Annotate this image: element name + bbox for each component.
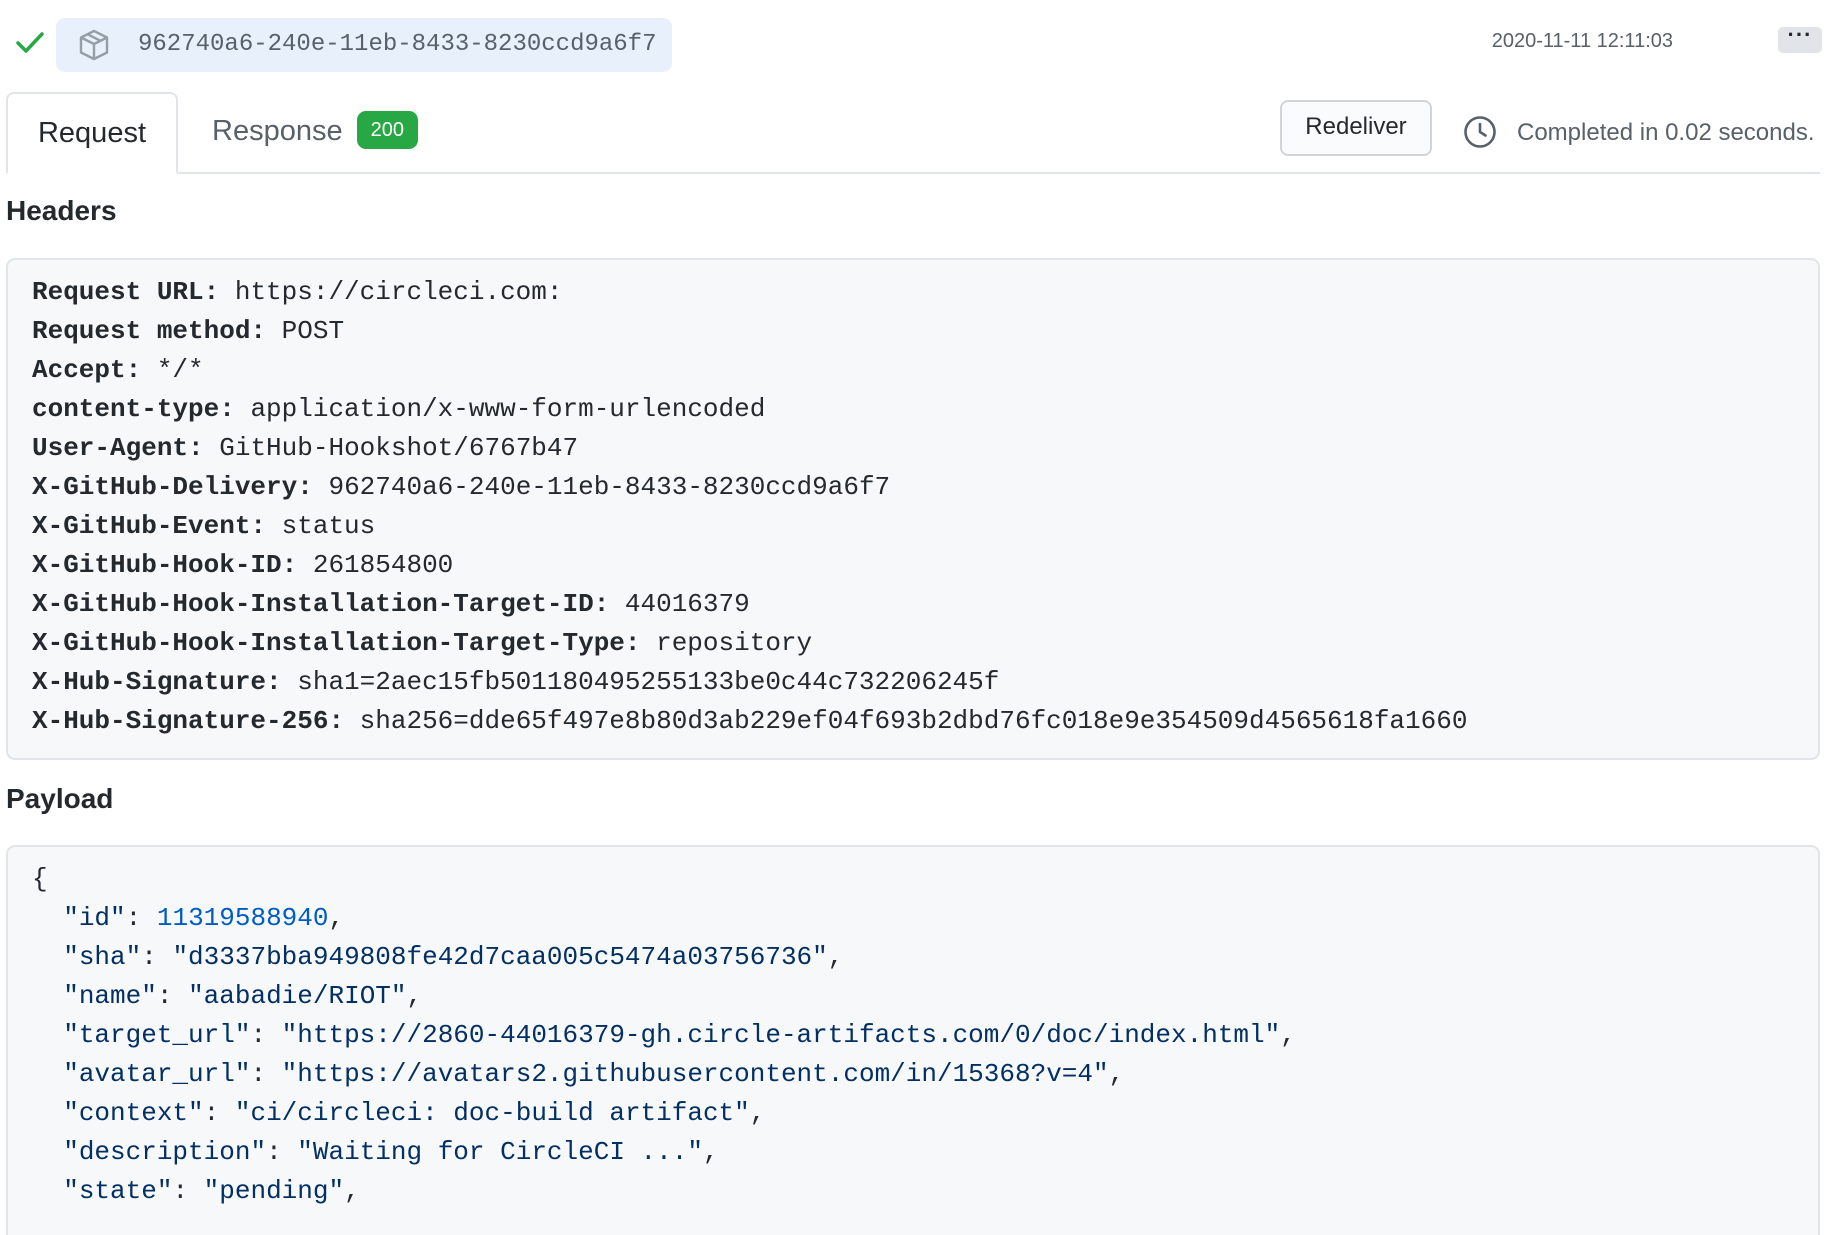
header-value: https://circleci.com: [219,277,563,307]
payload-key: "description" [63,1137,267,1167]
payload-key: "id" [63,903,126,933]
payload-list: "id": 11319588940, "sha": "d3337bba94980… [32,899,1818,1211]
payload-value: "Waiting for CircleCI ..." [297,1137,703,1167]
tab-request[interactable]: Request [6,92,178,174]
delivery-timestamp: 2020-11-11 12:11:03 [1491,30,1673,52]
header-value: sha256=dde65f497e8b80d3ab229ef04f693b2db… [344,706,1468,736]
payload-line: "name": "aabadie/RIOT", [63,981,423,1011]
delivery-guid: 962740a6-240e-11eb-8433-8230ccd9a6f7 [138,31,657,58]
header-line: Accept: */* [32,351,1818,390]
response-status-badge: 200 [356,111,418,150]
header-value: status [266,511,376,541]
payload-line: "target_url": "https://2860-44016379-gh.… [63,1020,1296,1050]
header-key: X-GitHub-Event: [32,511,267,541]
header-value: repository [640,628,813,658]
payload-key: "sha" [63,942,142,972]
header-key: X-GitHub-Hook-ID: [32,550,298,580]
payload-key: "name" [63,981,157,1011]
payload-value: 11319588940 [156,903,329,933]
delivery-guid-toggle[interactable]: 962740a6-240e-11eb-8433-8230ccd9a6f7 [56,18,672,72]
header-line: X-GitHub-Hook-Installation-Target-ID: 44… [32,585,1818,624]
header-key: X-Hub-Signature-256: [32,706,345,736]
payload-line: "state": "pending", [63,1176,360,1206]
header-line: Request URL: https://circleci.com: [32,273,1818,312]
delivery-header: 962740a6-240e-11eb-8433-8230ccd9a6f7 202… [0,0,1826,88]
header-value: sha1=2aec15fb501180495255133be0c44c73220… [281,667,1000,697]
header-value: 962740a6-240e-11eb-8433-8230ccd9a6f7 [312,472,891,502]
header-key: X-GitHub-Hook-Installation-Target-ID: [32,589,610,619]
completed-duration: Completed in 0.02 seconds. [1517,119,1815,146]
more-options-button[interactable]: ··· [1778,24,1822,53]
payload-key: "context" [63,1098,204,1128]
payload-line: "context": "ci/circleci: doc-build artif… [63,1098,766,1128]
header-line: X-GitHub-Hook-ID: 261854800 [32,546,1818,585]
payload-value: "aabadie/RIOT" [188,981,407,1011]
payload-line: "description": "Waiting for CircleCI ...… [63,1137,719,1167]
tab-response-label: Response [212,115,343,147]
payload-value: "pending" [203,1176,345,1206]
payload-value: "ci/circleci: doc-build artifact" [234,1098,750,1128]
header-key: content-type: [32,394,235,424]
header-key: X-Hub-Signature: [32,667,282,697]
header-value: application/x-www-form-urlencoded [234,394,766,424]
header-value: POST [266,316,345,346]
header-line: X-GitHub-Event: status [32,507,1818,546]
payload-value: "https://2860-44016379-gh.circle-artifac… [281,1020,1281,1050]
check-icon [16,32,44,53]
redeliver-button[interactable]: Redeliver [1280,100,1432,156]
tab-response[interactable]: Response 200 [212,92,418,172]
header-key: X-GitHub-Hook-Installation-Target-Type: [32,628,641,658]
header-key: X-GitHub-Delivery: [32,472,313,502]
header-key: Request URL: [32,277,220,307]
payload-value: "https://avatars2.githubusercontent.com/… [281,1059,1109,1089]
headers-list: Request URL: https://circleci.com: Reques… [32,273,1818,741]
header-line: X-GitHub-Delivery: 962740a6-240e-11eb-84… [32,468,1818,507]
header-value: GitHub-Hookshot/6767b47 [203,433,579,463]
payload-key: "target_url" [63,1020,251,1050]
headers-title: Headers [6,195,117,226]
headers-box: Request URL: https://circleci.com: Reques… [6,258,1820,760]
header-value: 44016379 [609,589,750,619]
header-line: Request method: POST [32,312,1818,351]
header-line: User-Agent: GitHub-Hookshot/6767b47 [32,429,1818,468]
header-line: X-Hub-Signature-256: sha256=dde65f497e8b… [32,702,1818,741]
header-key: Accept: [32,355,142,385]
payload-key: "state" [63,1176,173,1206]
payload-line: "id": 11319588940, [63,903,345,933]
header-line: content-type: application/x-www-form-url… [32,390,1818,429]
header-key: Request method: [32,316,267,346]
payload-value: "d3337bba949808fe42d7caa005c5474a0375673… [172,942,828,972]
payload-box: { "id": 11319588940, "sha": "d3337bba949… [6,845,1820,1235]
header-line: X-Hub-Signature: sha1=2aec15fb5011804952… [32,663,1818,702]
payload-open-brace: { [32,864,48,894]
header-key: User-Agent: [32,433,204,463]
tab-request-label: Request [37,117,146,149]
payload-line: "avatar_url": "https://avatars2.githubus… [63,1059,1125,1089]
payload-title: Payload [6,783,114,814]
package-icon [79,29,109,61]
payload-key: "avatar_url" [63,1059,251,1089]
header-value: 261854800 [297,550,454,580]
header-value: */* [141,355,204,385]
clock-icon [1464,116,1496,148]
payload-line: "sha": "d3337bba949808fe42d7caa005c5474a… [63,942,844,972]
header-line: X-GitHub-Hook-Installation-Target-Type: … [32,624,1818,663]
